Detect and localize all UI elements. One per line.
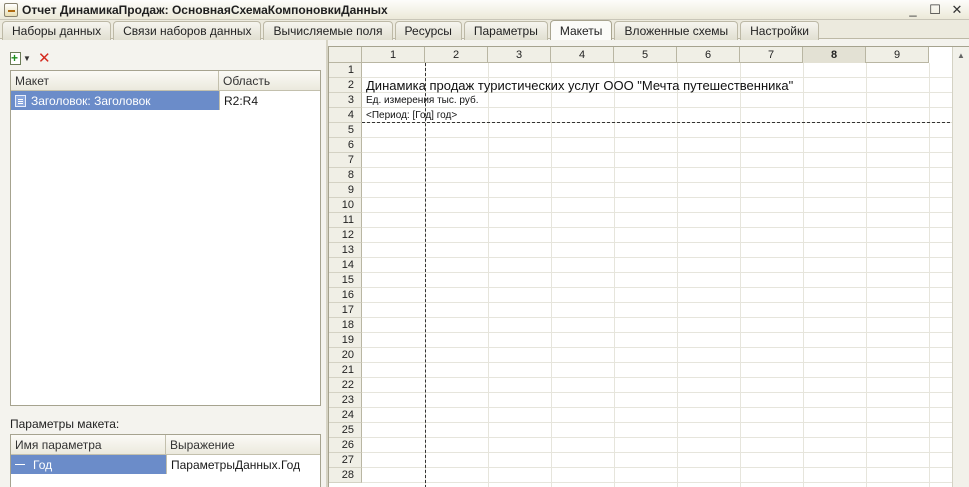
- tab-layouts[interactable]: Макеты: [549, 20, 613, 40]
- layout-spreadsheet[interactable]: 1 2 3 4 5 6 7 8 9 1 2 Динамика продаж тури…: [328, 46, 969, 487]
- cell-text-row-4[interactable]: <Период: [Год] год>: [366, 109, 457, 122]
- row-header[interactable]: 17: [329, 303, 362, 318]
- row-header[interactable]: 13: [329, 243, 362, 258]
- row-header[interactable]: 11: [329, 213, 362, 228]
- scroll-up-icon[interactable]: ▲: [953, 47, 969, 63]
- row-header[interactable]: 19: [329, 333, 362, 348]
- tab-resources[interactable]: Ресурсы: [394, 21, 462, 40]
- row-header[interactable]: 14: [329, 258, 362, 273]
- row-header[interactable]: 21: [329, 363, 362, 378]
- layout-params-table: Имя параметра Выражение Год ПараметрыДан…: [10, 434, 321, 487]
- dropdown-arrow-icon: ▼: [23, 53, 31, 63]
- vertical-scrollbar[interactable]: ▲: [952, 47, 969, 487]
- row-header[interactable]: 22: [329, 378, 362, 393]
- layout-boundary-vertical: [425, 63, 426, 487]
- row-header[interactable]: 1: [329, 63, 362, 78]
- report-icon: [4, 2, 18, 17]
- row-header[interactable]: 15: [329, 273, 362, 288]
- column-header-layout[interactable]: Макет: [11, 71, 219, 90]
- row-header[interactable]: 8: [329, 168, 362, 183]
- row-header[interactable]: 3: [329, 93, 362, 108]
- layout-icon: [15, 94, 26, 107]
- param-name: Год: [33, 457, 53, 472]
- minimize-button[interactable]: _: [905, 1, 921, 17]
- tree-line-icon: [15, 464, 25, 465]
- row-header[interactable]: 2: [329, 78, 362, 93]
- column-header-param-name[interactable]: Имя параметра: [11, 435, 166, 454]
- row-header[interactable]: 7: [329, 153, 362, 168]
- row-header[interactable]: 25: [329, 423, 362, 438]
- row-header[interactable]: 23: [329, 393, 362, 408]
- column-header[interactable]: 3: [488, 47, 551, 63]
- row-header[interactable]: 12: [329, 228, 362, 243]
- layouts-panel: + ▼ ✕ Макет Область Заголовок: Заголовок…: [0, 40, 326, 487]
- param-name-cell[interactable]: Год: [11, 455, 166, 474]
- row-header[interactable]: 28: [329, 468, 362, 483]
- corner-cell[interactable]: [329, 47, 362, 63]
- column-header[interactable]: 6: [677, 47, 740, 63]
- row-header[interactable]: 27: [329, 453, 362, 468]
- column-header-expression[interactable]: Выражение: [166, 435, 320, 454]
- row-header[interactable]: 4: [329, 108, 362, 123]
- params-table-header: Имя параметра Выражение: [11, 435, 320, 455]
- tab-dataset-links[interactable]: Связи наборов данных: [113, 21, 262, 40]
- column-headers: 1 2 3 4 5 6 7 8 9: [329, 47, 929, 63]
- cell-text-row-2[interactable]: Динамика продаж туристических услуг ООО …: [366, 78, 793, 93]
- tab-strip: Наборы данных Связи наборов данных Вычис…: [0, 20, 969, 40]
- row-header[interactable]: 18: [329, 318, 362, 333]
- layout-cell[interactable]: Заголовок: Заголовок: [11, 91, 219, 110]
- layout-boundary-horizontal: [362, 122, 969, 123]
- param-expression-cell[interactable]: ПараметрыДанных.Год: [166, 455, 320, 474]
- row-header[interactable]: 5: [329, 123, 362, 138]
- tab-settings[interactable]: Настройки: [740, 21, 819, 40]
- column-header[interactable]: 9: [866, 47, 929, 63]
- column-header[interactable]: 5: [614, 47, 677, 63]
- window-title: Отчет ДинамикаПродаж: ОсновнаяСхемаКомпо…: [22, 2, 388, 17]
- tab-calculated-fields[interactable]: Вычисляемые поля: [263, 21, 393, 40]
- row-header[interactable]: 6: [329, 138, 362, 153]
- table-row[interactable]: Год ПараметрыДанных.Год: [11, 455, 320, 474]
- layouts-toolbar: + ▼ ✕: [10, 48, 51, 68]
- delete-icon[interactable]: ✕: [38, 51, 51, 66]
- layout-name: Заголовок: Заголовок: [31, 93, 151, 108]
- layouts-table-header: Макет Область: [11, 71, 320, 91]
- area-cell[interactable]: R2:R4: [219, 91, 320, 110]
- row-header[interactable]: 20: [329, 348, 362, 363]
- column-header[interactable]: 7: [740, 47, 803, 63]
- column-header[interactable]: 2: [425, 47, 488, 63]
- cell-text-row-3[interactable]: Ед. измерения тыс. руб.: [366, 94, 479, 107]
- column-header[interactable]: 4: [551, 47, 614, 63]
- add-layout-icon: +: [10, 51, 21, 65]
- table-row[interactable]: Заголовок: Заголовок R2:R4: [11, 91, 320, 110]
- layouts-table: Макет Область Заголовок: Заголовок R2:R4: [10, 70, 321, 406]
- close-button[interactable]: ✕: [949, 1, 965, 17]
- row-header[interactable]: 9: [329, 183, 362, 198]
- tab-parameters[interactable]: Параметры: [463, 21, 548, 40]
- column-header-area[interactable]: Область: [219, 71, 320, 90]
- row-header[interactable]: 24: [329, 408, 362, 423]
- row-header[interactable]: 26: [329, 438, 362, 453]
- maximize-button[interactable]: ☐: [927, 1, 943, 17]
- column-header[interactable]: 1: [362, 47, 425, 63]
- row-header[interactable]: 10: [329, 198, 362, 213]
- row-header[interactable]: 16: [329, 288, 362, 303]
- tab-nested-schemas[interactable]: Вложенные схемы: [614, 21, 739, 40]
- tab-datasets[interactable]: Наборы данных: [2, 21, 112, 40]
- title-bar: Отчет ДинамикаПродаж: ОсновнаяСхемаКомпо…: [0, 0, 969, 20]
- layout-params-label: Параметры макета:: [10, 417, 120, 431]
- column-header-selected[interactable]: 8: [803, 47, 866, 63]
- add-layout-button[interactable]: + ▼: [10, 49, 32, 67]
